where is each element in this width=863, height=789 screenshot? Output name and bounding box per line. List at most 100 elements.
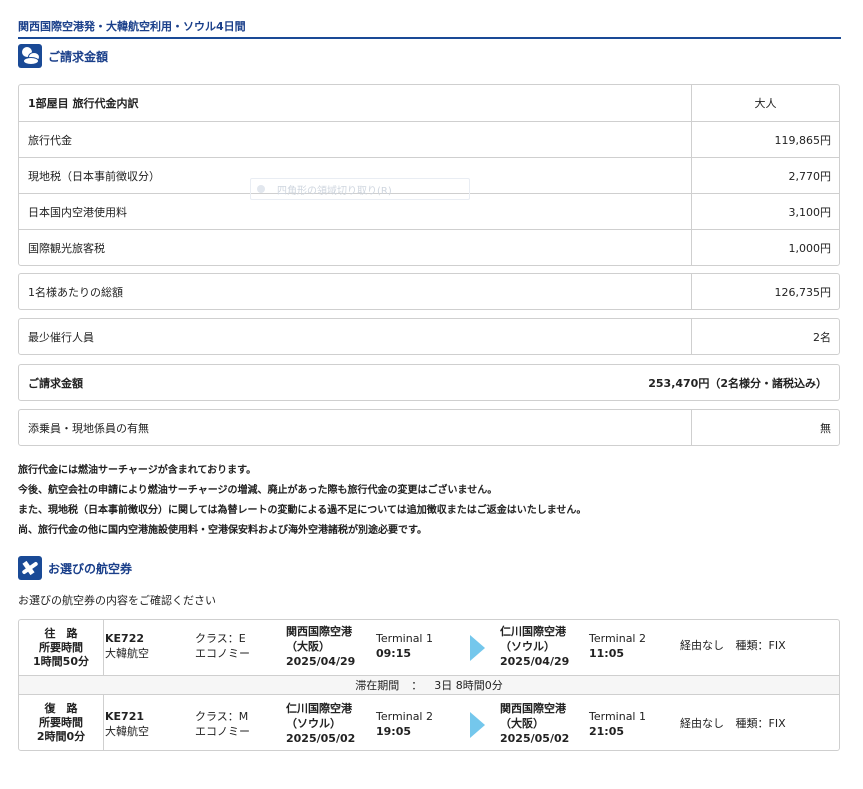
return-flight-row: 復 路 所要時間 2時間0分 KE721 大韓航空 クラス：M エコノミー 仁川… <box>19 695 839 751</box>
flight-number: KE722 <box>105 632 144 645</box>
escort-label: 添乗員・現地係員の有無 <box>19 410 692 445</box>
flights-heading: お選びの航空券 <box>18 555 132 581</box>
class-info: クラス：M エコノミー <box>195 709 250 739</box>
stay-separator: ： <box>411 679 423 692</box>
flights-subtitle: お選びの航空券の内容をご確認ください <box>18 594 216 607</box>
table-header-adult: 大人 <box>754 97 777 110</box>
billing-heading-label: ご請求金額 <box>48 49 109 64</box>
airport-date: 2025/05/02 <box>500 732 570 745</box>
stay-label: 滞在期間 <box>355 679 400 692</box>
table-row: 国際観光旅客税 1,000円 <box>19 230 839 265</box>
note-line: 今後、航空会社の申請により燃油サーチャージの増減、廃止があった際も旅行代金の変更… <box>18 485 498 496</box>
airport-city: （ソウル） <box>500 640 555 653</box>
terminal-name: Terminal 1 <box>376 632 433 645</box>
terminal-name: Terminal 2 <box>589 632 646 645</box>
fare-notes: 旅行代金には燃油サーチャージが含まれております。 今後、航空会社の申請により燃油… <box>18 461 586 541</box>
flight-info: KE722 大韓航空 <box>105 631 149 661</box>
ghost-tooltip: 四角形の領域切り取り(R) <box>250 178 470 200</box>
outbound-flight-row: 往 路 所要時間 1時間50分 KE722 大韓航空 クラス：E エコノミー 関… <box>19 620 839 676</box>
terminal-time: 09:15 <box>376 647 412 660</box>
min-participants: 最少催行人員 2名 <box>18 318 840 355</box>
fare-type: 種類：FIX <box>735 639 786 652</box>
class-code: クラス：M <box>195 710 249 723</box>
row-label: 国際観光旅客税 <box>19 230 692 265</box>
tour-title: 関西国際空港発・大韓航空利用・ソウル4日間 <box>18 19 841 39</box>
airport-city: （大阪） <box>286 640 330 653</box>
departure-terminal: Terminal 1 09:15 <box>376 631 433 661</box>
row-label: 旅行代金 <box>19 122 692 157</box>
airport-name: 仁川国際空港 <box>286 702 352 715</box>
duration-value: 2時間0分 <box>36 730 86 743</box>
billing-total-label: ご請求金額 <box>28 376 83 390</box>
direction-label: 復 路 <box>44 702 78 715</box>
airline-name: 大韓航空 <box>105 725 149 738</box>
row-value: 3,100円 <box>788 205 832 219</box>
note-line: 旅行代金には燃油サーチャージが含まれております。 <box>18 465 257 476</box>
route-details: 経由なし 種類：FIX <box>680 716 786 731</box>
airport-name: 仁川国際空港 <box>500 625 566 638</box>
per-person-label: 1名様あたりの総額 <box>19 274 692 309</box>
flight-info: KE721 大韓航空 <box>105 709 149 739</box>
class-name: エコノミー <box>195 647 250 660</box>
departure-airport: 仁川国際空港 （ソウル） 2025/05/02 <box>286 701 355 746</box>
row-value: 119,865円 <box>774 133 832 147</box>
coins-icon <box>18 44 42 68</box>
escort-info: 添乗員・現地係員の有無 無 <box>18 409 840 446</box>
arrival-terminal: Terminal 1 21:05 <box>589 709 646 739</box>
outbound-direction: 往 路 所要時間 1時間50分 <box>19 620 104 676</box>
arrow-right-icon <box>470 712 485 738</box>
airline-name: 大韓航空 <box>105 647 149 660</box>
arrival-airport: 関西国際空港 （大阪） 2025/05/02 <box>500 701 569 746</box>
row-value: 1,000円 <box>788 241 832 255</box>
billing-total-value: 253,470円（2名様分・諸税込み） <box>648 376 827 390</box>
route-details: 経由なし 種類：FIX <box>680 638 786 653</box>
scissors-icon <box>257 185 265 193</box>
billing-heading: ご請求金額 <box>18 43 108 69</box>
duration-label: 所要時間 <box>39 716 83 729</box>
arrival-terminal: Terminal 2 11:05 <box>589 631 646 661</box>
terminal-time: 21:05 <box>589 725 625 738</box>
terminal-time: 11:05 <box>589 647 625 660</box>
terminal-name: Terminal 1 <box>589 710 646 723</box>
airport-city: （ソウル） <box>286 717 341 730</box>
airport-name: 関西国際空港 <box>500 702 566 715</box>
return-direction: 復 路 所要時間 2時間0分 <box>19 695 104 751</box>
escort-value: 無 <box>820 421 831 435</box>
billing-total: ご請求金額 253,470円（2名様分・諸税込み） <box>18 364 840 401</box>
duration-value: 1時間50分 <box>33 655 89 668</box>
table-header-row: 1部屋目 旅行代金内訳 大人 <box>19 85 839 122</box>
terminal-time: 19:05 <box>376 725 412 738</box>
per-person-value: 126,735円 <box>774 285 832 299</box>
direction-label: 往 路 <box>44 627 78 640</box>
fare-type: 種類：FIX <box>735 717 786 730</box>
row-value: 2,770円 <box>788 169 832 183</box>
table-row: 旅行代金 119,865円 <box>19 122 839 158</box>
airplane-icon <box>18 556 42 580</box>
table-header-label: 1部屋目 旅行代金内訳 <box>19 85 692 121</box>
airport-date: 2025/04/29 <box>286 655 356 668</box>
class-code: クラス：E <box>195 632 246 645</box>
class-info: クラス：E エコノミー <box>195 631 250 661</box>
arrival-airport: 仁川国際空港 （ソウル） 2025/04/29 <box>500 624 569 669</box>
flight-table: 往 路 所要時間 1時間50分 KE722 大韓航空 クラス：E エコノミー 関… <box>18 619 840 751</box>
ghost-tooltip-text: 四角形の領域切り取り(R) <box>277 185 392 197</box>
stay-value: 3日 8時間0分 <box>434 679 503 692</box>
min-participants-value: 2名 <box>813 330 831 344</box>
airport-name: 関西国際空港 <box>286 625 352 638</box>
via-info: 経由なし <box>680 717 724 730</box>
note-line: 尚、旅行代金の他に国内空港施設使用料・空港保安料および海外空港諸税が別途必要です… <box>18 525 427 536</box>
departure-airport: 関西国際空港 （大阪） 2025/04/29 <box>286 624 355 669</box>
flight-number: KE721 <box>105 710 144 723</box>
fare-breakdown-table: 1部屋目 旅行代金内訳 大人 旅行代金 119,865円 現地税（日本事前徴収分… <box>18 84 840 266</box>
per-person-total: 1名様あたりの総額 126,735円 <box>18 273 840 310</box>
flights-heading-label: お選びの航空券 <box>48 561 133 576</box>
departure-terminal: Terminal 2 19:05 <box>376 709 433 739</box>
airport-date: 2025/04/29 <box>500 655 570 668</box>
via-info: 経由なし <box>680 639 724 652</box>
stay-duration: 滞在期間 ： 3日 8時間0分 <box>19 675 839 695</box>
duration-label: 所要時間 <box>39 641 83 654</box>
class-name: エコノミー <box>195 725 250 738</box>
airport-city: （大阪） <box>500 717 544 730</box>
min-participants-label: 最少催行人員 <box>19 319 692 354</box>
note-line: また、現地税（日本事前徴収分）に関しては為替レートの変動による過不足については追… <box>18 505 587 516</box>
